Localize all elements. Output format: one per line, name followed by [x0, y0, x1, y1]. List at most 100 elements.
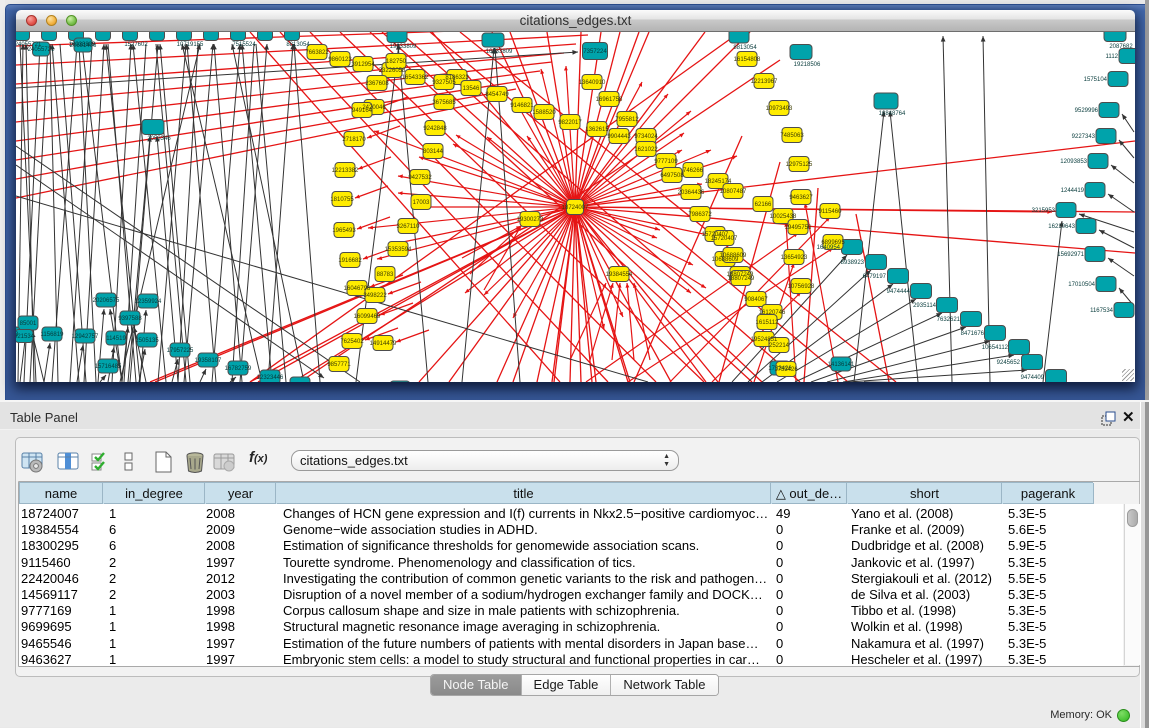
svg-text:17010504: 17010504: [1068, 282, 1095, 288]
svg-text:16210643: 16210643: [1048, 224, 1075, 230]
svg-text:20364436: 20364436: [678, 190, 705, 196]
svg-text:3267110: 3267110: [397, 224, 421, 230]
svg-text:9529996: 9529996: [1075, 108, 1099, 114]
svg-text:921534: 921534: [16, 334, 35, 340]
svg-text:9474409: 9474409: [1021, 375, 1045, 381]
svg-text:19300273: 19300273: [517, 217, 544, 223]
svg-text:1810755: 1810755: [330, 197, 354, 203]
svg-text:24055721: 24055721: [28, 47, 55, 53]
svg-text:1167534: 1167534: [1090, 308, 1114, 314]
svg-text:1588520: 1588520: [532, 110, 556, 116]
svg-text:85001: 85001: [20, 321, 37, 327]
svg-text:2718170: 2718170: [342, 137, 366, 143]
svg-text:9463627: 9463627: [789, 195, 813, 201]
svg-text:13640910: 13640910: [579, 80, 606, 86]
svg-text:7663822: 7663822: [305, 50, 329, 56]
svg-text:15692971: 15692971: [1057, 252, 1084, 258]
svg-text:12093853: 12093853: [1060, 159, 1087, 165]
svg-text:17957225: 17957225: [167, 348, 194, 354]
svg-text:2367608: 2367608: [365, 81, 389, 87]
svg-text:9227343: 9227343: [1072, 134, 1096, 140]
svg-text:14914479: 14914479: [370, 341, 397, 347]
svg-text:18807249: 18807249: [728, 276, 755, 282]
svg-text:1156819: 1156819: [41, 332, 65, 338]
svg-text:1621022: 1621022: [634, 147, 658, 153]
svg-text:7485063: 7485063: [780, 133, 804, 139]
svg-text:9146821: 9146821: [510, 103, 534, 109]
svg-text:1916682: 1916682: [338, 258, 362, 264]
svg-text:16099469: 16099469: [354, 314, 381, 320]
svg-text:3215953: 3215953: [1032, 208, 1056, 214]
svg-text:7515524: 7515524: [232, 42, 256, 48]
svg-text:2053346: 2053346: [147, 136, 171, 142]
svg-text:16782759: 16782759: [225, 366, 252, 372]
svg-text:19218506: 19218506: [794, 62, 821, 68]
svg-text:2935114: 2935114: [913, 303, 937, 309]
svg-text:9734024: 9734024: [634, 134, 658, 140]
svg-text:12213382: 12213382: [332, 168, 359, 174]
svg-text:12975125: 12975125: [786, 162, 813, 168]
svg-text:18245174: 18245174: [705, 179, 732, 185]
svg-text:12942757: 12942757: [72, 334, 99, 340]
svg-text:114519: 114519: [106, 336, 126, 342]
svg-text:10025438: 10025438: [770, 214, 797, 220]
svg-text:7357224: 7357224: [583, 49, 607, 55]
svg-text:9242848: 9242848: [423, 126, 447, 132]
svg-text:9397588: 9397588: [118, 316, 142, 322]
svg-text:1112: 1112: [1106, 54, 1119, 60]
svg-text:16046798: 16046798: [344, 286, 371, 292]
svg-text:8813054: 8813054: [286, 42, 310, 48]
svg-text:19358107: 19358107: [195, 358, 222, 364]
svg-text:1575104: 1575104: [1084, 77, 1108, 83]
svg-text:252214: 252214: [769, 343, 790, 349]
svg-text:7625402: 7625402: [340, 339, 364, 345]
svg-text:10756928: 10756928: [788, 284, 815, 290]
svg-text:9822017: 9822017: [558, 120, 582, 126]
svg-text:1733426: 1733426: [774, 367, 798, 373]
svg-text:16033809: 16033809: [486, 49, 513, 55]
svg-text:12359924: 12359924: [135, 299, 162, 305]
svg-text:1362615: 1362615: [585, 127, 609, 133]
svg-text:23226058: 23226058: [379, 68, 406, 74]
svg-text:9474444: 9474444: [887, 289, 911, 295]
svg-text:10973493: 10973493: [766, 106, 793, 112]
svg-text:9327505: 9327505: [432, 80, 456, 86]
svg-text:15353594: 15353594: [385, 247, 412, 253]
svg-text:182750: 182750: [386, 59, 407, 65]
svg-text:9860123: 9860123: [328, 57, 352, 63]
svg-text:19495756: 19495756: [785, 225, 812, 231]
svg-text:8813054: 8813054: [733, 45, 757, 51]
svg-text:19384554: 19384554: [606, 272, 633, 278]
svg-text:8938923: 8938923: [841, 260, 865, 266]
svg-text:1244419: 1244419: [1061, 188, 1085, 194]
svg-text:20206575: 20206575: [93, 298, 120, 304]
svg-text:7632621: 7632621: [937, 317, 961, 323]
svg-text:9777109: 9777109: [654, 159, 678, 165]
svg-text:6497508: 6497508: [660, 173, 684, 179]
svg-text:2087682: 2087682: [1109, 44, 1133, 50]
svg-text:9115460: 9115460: [819, 209, 843, 215]
svg-text:803144: 803144: [423, 149, 444, 155]
svg-text:8454749: 8454749: [485, 92, 509, 98]
svg-text:949164: 949164: [352, 108, 373, 114]
svg-text:6479197: 6479197: [863, 274, 887, 280]
svg-text:13546: 13546: [463, 86, 480, 92]
svg-text:14136141: 14136141: [828, 362, 855, 368]
svg-text:9427532: 9427532: [408, 175, 432, 181]
svg-text:8471676: 8471676: [961, 331, 985, 337]
svg-text:9084067: 9084067: [744, 297, 768, 303]
svg-text:20691406: 20691406: [70, 43, 97, 49]
svg-text:13654923: 13654923: [781, 255, 808, 261]
svg-text:2505135: 2505135: [135, 338, 159, 344]
svg-text:16961758: 16961758: [596, 97, 623, 103]
svg-text:16848764: 16848764: [879, 111, 906, 117]
svg-text:7986372: 7986372: [688, 212, 712, 218]
svg-text:1527602: 1527602: [124, 42, 148, 48]
svg-text:9245652: 9245652: [997, 360, 1021, 366]
svg-text:3498222: 3498222: [363, 293, 387, 299]
svg-text:16120746: 16120746: [759, 310, 786, 316]
svg-text:19033809: 19033809: [390, 44, 417, 50]
svg-text:16543362: 16543362: [402, 75, 429, 81]
svg-text:17003: 17003: [413, 200, 430, 206]
svg-text:18724007: 18724007: [562, 205, 589, 211]
